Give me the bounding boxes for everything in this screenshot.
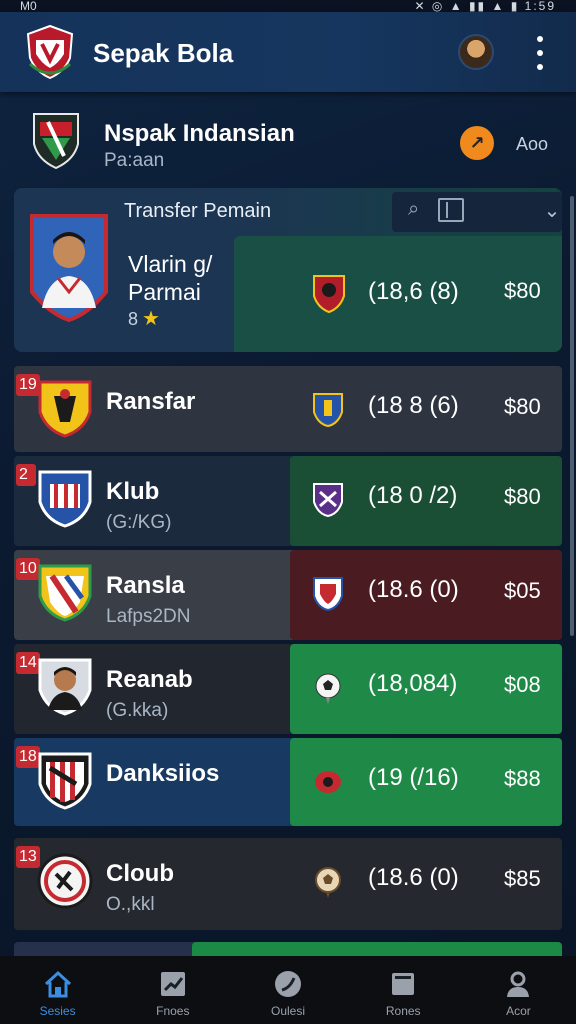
player-price: $80 — [504, 278, 541, 303]
nav-item-ball[interactable]: Oulesi — [230, 956, 345, 1024]
bottom-navigation: Sesies Fnoes Oulesi Rones Acor — [0, 956, 576, 1024]
club-stat: (19 (/16) — [368, 764, 459, 791]
club-name: Cloub — [106, 860, 174, 887]
club-name: Reanab — [106, 666, 193, 693]
player-portrait — [30, 214, 108, 322]
ball-icon — [275, 971, 301, 997]
list-item[interactable]: 19 Ransfar (18 8 (6) $80 — [14, 366, 562, 452]
club-price: $88 — [504, 766, 541, 791]
status-bar: M0 ✕ ◎ ▲ ▮▮ ▲ ▮ 1:59 — [0, 0, 576, 12]
club-name: Ransla — [106, 572, 185, 599]
chevron-down-icon[interactable]: ⌄ — [540, 198, 562, 222]
nav-item-box[interactable]: Rones — [346, 956, 461, 1024]
star-icon: ★ — [142, 308, 160, 330]
list-item[interactable]: 18 Danksiios (19 (/16) $88 — [14, 738, 562, 826]
nav-label: Acor — [506, 1004, 531, 1018]
league-crest-icon — [33, 113, 79, 170]
rating-value: 8 — [128, 309, 139, 329]
player-rating: 8 ★ — [128, 306, 160, 331]
box-icon — [392, 973, 415, 995]
scrollbar[interactable] — [570, 196, 574, 636]
nav-item-home[interactable]: Sesies — [0, 956, 115, 1024]
chart-icon — [160, 972, 185, 996]
section-title: Transfer Pemain — [124, 200, 272, 222]
kebab-menu-icon[interactable] — [532, 36, 548, 70]
featured-transfer-card[interactable]: ⌕ ⌄ Transfer Pemain Vlarin g/ Parmai 8 ★ … — [14, 188, 562, 352]
list-item[interactable]: 2 Klub (G:/KG) (18 0 /2) $80 — [14, 456, 562, 546]
club-badge-icon — [313, 393, 343, 428]
list-item[interactable]: 10 Ransla Lafps2DN (18.6 (0) $05 — [14, 550, 562, 640]
league-name: Nspak Indansian — [104, 120, 295, 147]
ball-icon — [315, 867, 341, 898]
club-price: $05 — [504, 578, 541, 603]
club-name: Danksiios — [106, 760, 220, 787]
ball-icon — [315, 673, 341, 704]
club-badge-icon — [313, 275, 345, 314]
nav-label: Fnoes — [156, 1004, 190, 1018]
nav-label: Oulesi — [271, 1004, 306, 1018]
nav-label: Sesies — [39, 1004, 76, 1018]
club-stat: (18 0 /2) — [368, 482, 458, 509]
club-badge-icon — [313, 483, 343, 518]
player-name: Vlarin g/ Parmai — [128, 251, 213, 305]
status-left: M0 — [20, 0, 37, 12]
club-crest-icon — [38, 380, 92, 438]
app-bar: Sepak Bola — [0, 12, 576, 92]
nav-item-user[interactable]: Acor — [461, 956, 576, 1024]
club-price: $80 — [504, 394, 541, 419]
club-stat: (18.6 (0) — [368, 864, 459, 891]
club-crest-icon — [37, 853, 93, 909]
club-subtitle: (G.kka) — [106, 700, 169, 721]
league-header: Nspak Indansian Pa:aan ↗ Aoo — [0, 92, 576, 186]
list-item[interactable]: 14 Reanab (G.kka) (18,084) $08 — [14, 644, 562, 734]
club-subtitle: Lafps2DN — [106, 606, 191, 627]
list-item[interactable]: 13 Cloub O.,kkl (18.6 (0) $85 — [14, 838, 562, 930]
club-stat: (18,084) — [368, 670, 458, 697]
club-crest-icon — [26, 24, 74, 80]
home-icon — [44, 970, 71, 998]
grid-icon[interactable] — [438, 198, 464, 222]
club-crest-icon — [38, 752, 92, 810]
club-badge-icon — [313, 577, 343, 612]
nav-item-chart[interactable]: Fnoes — [115, 956, 230, 1024]
club-stat: (18.6 (0) — [368, 576, 459, 603]
club-subtitle: O.,kkl — [106, 894, 155, 915]
club-price: $08 — [504, 672, 541, 697]
club-crest-icon — [38, 564, 92, 622]
club-price: $85 — [504, 866, 541, 891]
player-stat: (18,6 (8) — [368, 278, 459, 305]
league-action-label[interactable]: Aoo — [516, 134, 548, 155]
nav-label: Rones — [385, 1004, 421, 1018]
player-portrait — [38, 658, 92, 716]
club-name: Ransfar — [106, 388, 196, 415]
app-title: Sepak Bola — [93, 38, 234, 68]
league-subtitle: Pa:aan — [104, 150, 165, 171]
club-stat: (18 8 (6) — [368, 392, 459, 419]
club-badge-icon — [315, 771, 341, 793]
status-right: ✕ ◎ ▲ ▮▮ ▲ ▮ 1:59 — [414, 0, 556, 12]
user-icon — [507, 971, 530, 997]
club-price: $80 — [504, 484, 541, 509]
search-icon[interactable]: ⌕ — [408, 198, 434, 224]
club-subtitle: (G:/KG) — [106, 512, 172, 533]
arrow-icon[interactable]: ↗ — [460, 126, 494, 160]
club-name: Klub — [106, 478, 160, 505]
club-crest-icon — [38, 470, 92, 528]
rank-badge: 2 — [16, 464, 36, 486]
profile-avatar[interactable] — [458, 34, 494, 70]
